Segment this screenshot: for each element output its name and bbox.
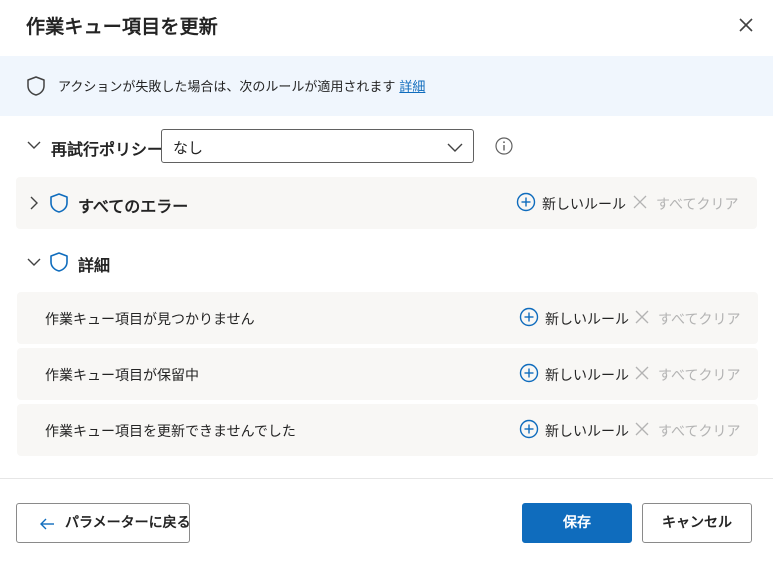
close-button[interactable] — [735, 14, 757, 36]
error-label: 作業キュー項目が保留中 — [45, 368, 199, 384]
update-work-queue-item-dialog: 作業キュー項目を更新 アクションが失敗した場合は、次のルールが適用されます 詳細 … — [0, 0, 773, 561]
new-rule-label: 新しいルール — [542, 197, 626, 213]
dismiss-icon — [633, 195, 647, 209]
dialog-header: 作業キュー項目を更新 — [0, 0, 773, 56]
dismiss-icon — [635, 310, 649, 324]
retry-policy-row: 再試行ポリシー なし — [0, 128, 773, 166]
new-rule-label: 新しいルール — [545, 368, 629, 384]
add-circle-icon — [516, 192, 536, 212]
list-item: 作業キュー項目が見つかりません 新しいルール すべてクリア — [17, 292, 758, 344]
back-to-parameters-button[interactable]: パラメーターに戻る — [16, 503, 191, 543]
all-errors-section: すべてのエラー 新しいルール すべてクリア — [16, 177, 757, 229]
clear-all-label: すべてクリア — [656, 197, 739, 213]
retry-policy-value: なし — [173, 139, 204, 157]
new-rule-label: 新しいルール — [545, 424, 629, 440]
clear-all-label: すべてクリア — [658, 368, 741, 384]
clear-all-label: すべてクリア — [658, 312, 741, 328]
cancel-button[interactable]: キャンセル — [642, 503, 752, 543]
add-circle-icon — [519, 363, 539, 383]
error-label: 作業キュー項目が見つかりません — [45, 312, 255, 328]
footer-divider — [0, 478, 773, 479]
add-circle-icon — [519, 419, 539, 439]
list-item: 作業キュー項目が保留中 新しいルール すべてクリア — [17, 348, 758, 400]
chevron-down-icon[interactable] — [26, 137, 42, 153]
retry-policy-label: 再試行ポリシー — [51, 140, 164, 159]
shield-icon — [50, 252, 68, 272]
back-label: パラメーターに戻る — [65, 515, 191, 531]
info-icon[interactable] — [494, 136, 514, 156]
banner-message: アクションが失敗した場合は、次のルールが適用されます 詳細 — [58, 76, 425, 95]
all-errors-title: すべてのエラー — [78, 197, 189, 216]
clear-all-label: すべてクリア — [658, 424, 741, 440]
learn-more-link[interactable]: 詳細 — [399, 80, 425, 95]
error-label: 作業キュー項目を更新できませんでした — [45, 424, 296, 440]
banner-text: アクションが失敗した場合は、次のルールが適用されます — [58, 80, 396, 95]
details-section-header: 詳細 — [16, 236, 757, 288]
chevron-down-icon — [447, 143, 463, 152]
save-button[interactable]: 保存 — [522, 503, 632, 543]
shield-icon — [50, 193, 68, 213]
retry-policy-dropdown[interactable]: なし — [161, 129, 474, 163]
info-banner: アクションが失敗した場合は、次のルールが適用されます 詳細 — [0, 56, 773, 116]
dismiss-icon — [635, 366, 649, 380]
shield-icon — [27, 76, 45, 96]
chevron-right-icon[interactable] — [26, 195, 42, 211]
list-item: 作業キュー項目を更新できませんでした 新しいルール すべてクリア — [17, 404, 758, 456]
arrow-left-icon — [40, 518, 54, 530]
add-circle-icon — [519, 307, 539, 327]
details-title: 詳細 — [78, 256, 111, 275]
new-rule-label: 新しいルール — [545, 312, 629, 328]
dismiss-icon — [635, 422, 649, 436]
chevron-down-icon[interactable] — [26, 254, 42, 270]
dialog-title: 作業キュー項目を更新 — [26, 16, 219, 38]
close-icon — [739, 18, 753, 32]
